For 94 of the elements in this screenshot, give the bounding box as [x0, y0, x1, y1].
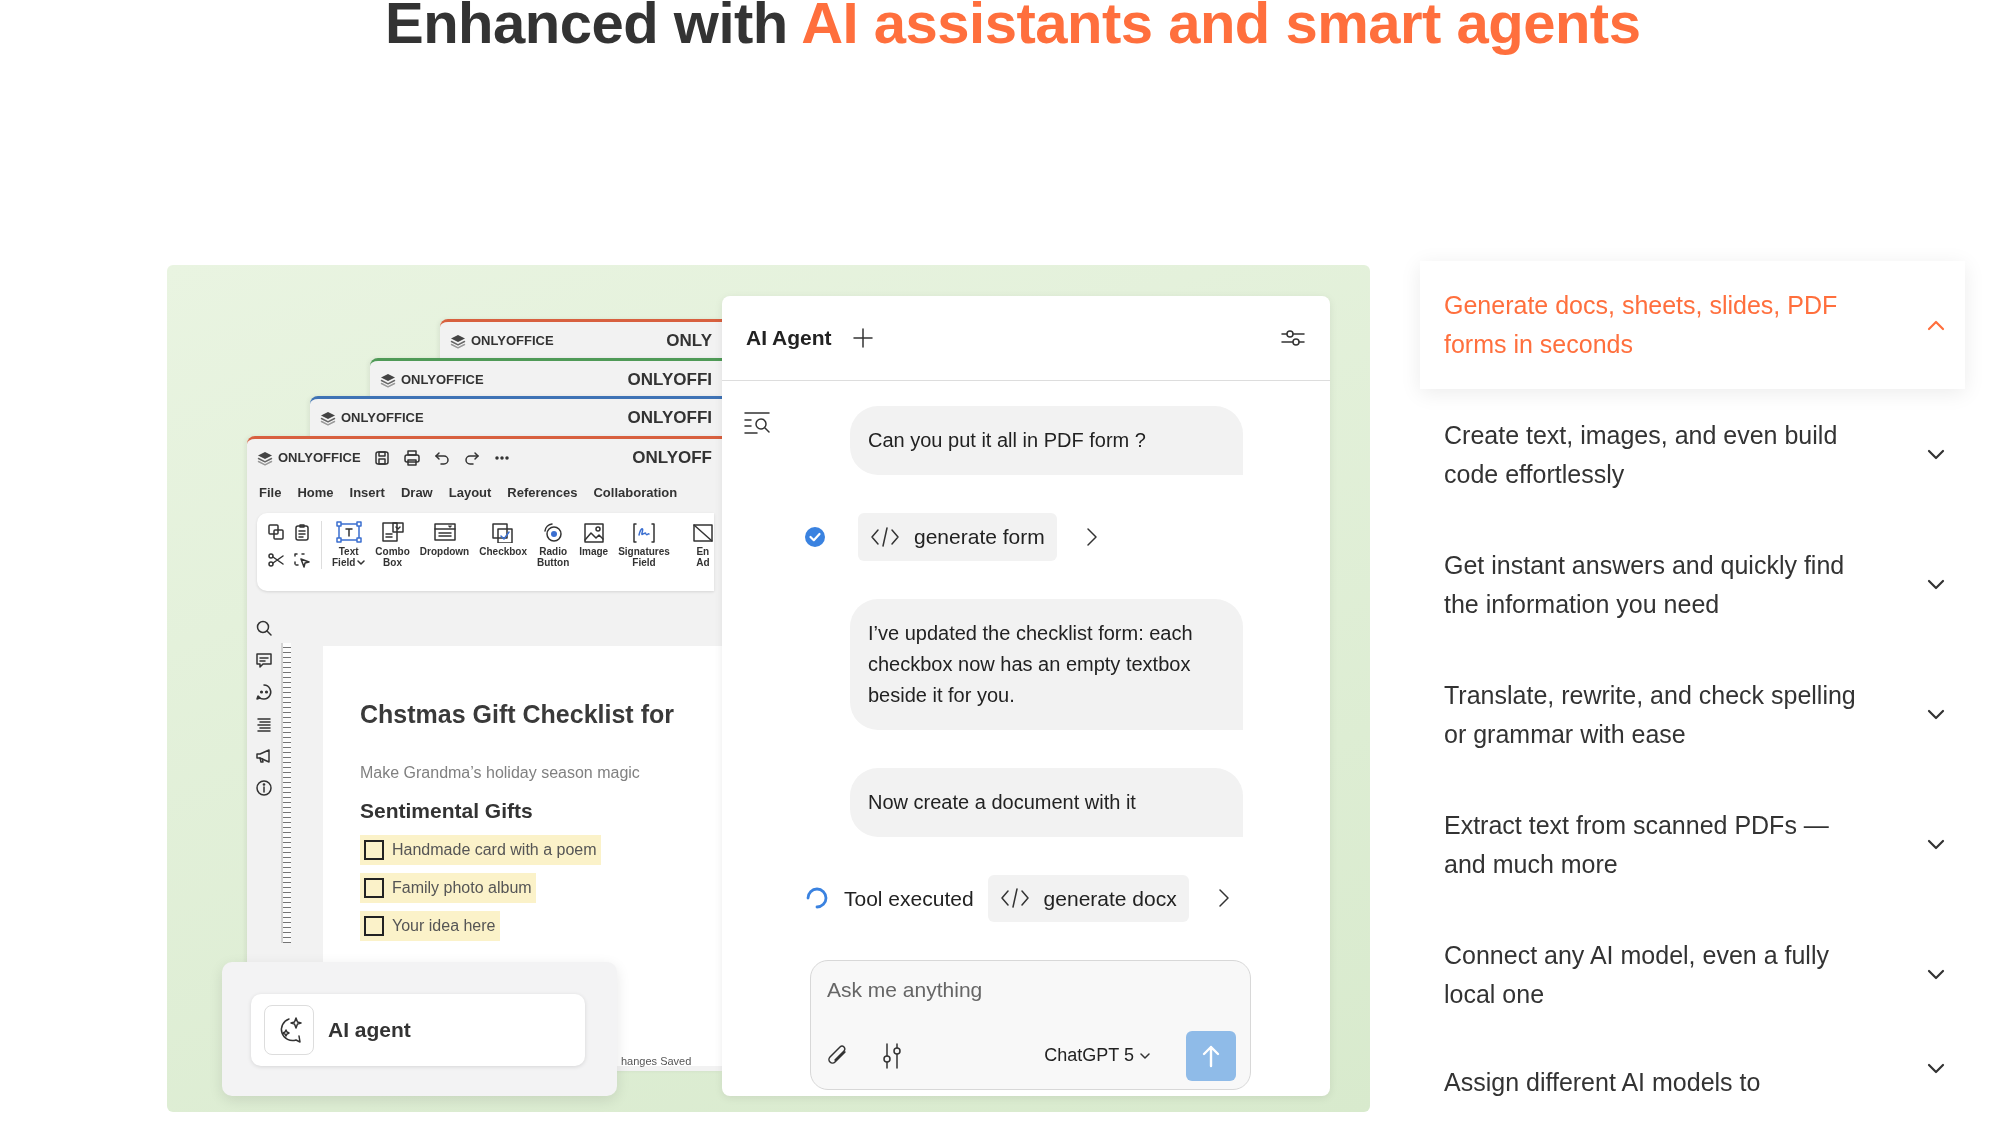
toolbar-button[interactable]: En Ad	[689, 520, 716, 569]
toolbar-button[interactable]: Checkbox	[479, 520, 528, 557]
chat-icon[interactable]	[255, 682, 273, 701]
window-title: ONLYOFF	[632, 447, 712, 470]
app-logo-text: ONLYOFFICE	[278, 449, 361, 468]
chevron-down-icon	[1927, 709, 1945, 721]
document-subtitle: Make Grandma’s holiday season magic	[360, 763, 641, 783]
accordion-text: Generate docs, sheets, slides, PDF forms in seconds	[1444, 290, 1839, 360]
document-title: Chstmas Gift Checklist for	[360, 698, 675, 730]
accordion-text: Create text, images, and even build code effortlessly	[1444, 420, 1839, 490]
tool-chip[interactable]: generate docx	[987, 874, 1189, 922]
app-logo-text: ONLYOFFICE	[341, 409, 424, 428]
accordion-text: Translate, rewrite, and check spelling or grammar with ease	[1444, 680, 1857, 750]
tool-status: Tool executed	[844, 885, 974, 912]
app-logo-text: ONLYOFFICE	[401, 371, 484, 390]
panel-title: AI Agent	[746, 325, 832, 352]
chevron-down-icon	[1927, 969, 1945, 981]
status-text: hanges Saved	[621, 1053, 692, 1069]
select-icon[interactable]	[293, 550, 311, 569]
checkbox[interactable]	[364, 877, 384, 898]
accordion-text: Extract text from scanned PDFs — and much more	[1444, 810, 1830, 880]
search-icon[interactable]	[255, 618, 273, 637]
logo-icon	[257, 450, 273, 466]
window-title: ONLYOFFI	[627, 369, 712, 392]
plus-icon[interactable]	[851, 327, 874, 349]
menu-item[interactable]: References	[507, 483, 578, 503]
checklist-item[interactable]: Your idea here	[360, 910, 500, 941]
combo-box-icon	[379, 520, 406, 543]
arrow-up-icon	[1201, 1043, 1221, 1068]
dropdown-icon	[431, 520, 458, 543]
chat-bubble: Can you put it all in PDF form ?	[850, 406, 1243, 475]
history-search-icon[interactable]	[743, 411, 771, 437]
accordion-text: Assign different AI models to	[1444, 1067, 1762, 1098]
chevron-down-icon	[1927, 1063, 1945, 1075]
menu-item[interactable]: Home	[297, 483, 334, 503]
checklist-item[interactable]: Handmade card with a poem	[360, 834, 601, 865]
accordion-item[interactable]: Assign different AI models to	[1420, 1041, 1965, 1122]
text-field-icon	[335, 520, 362, 543]
menu-item[interactable]: Draw	[400, 483, 433, 503]
accordion-item[interactable]: Create text, images, and even build code effortlessly	[1420, 391, 1965, 519]
accordion-item[interactable]: Translate, rewrite, and check spelling or grammar with ease	[1420, 651, 1965, 779]
logo-icon	[320, 410, 336, 426]
redo-icon[interactable]	[462, 449, 481, 467]
menu-item[interactable]: File	[259, 483, 282, 503]
code-icon	[870, 524, 900, 549]
toolbar-button[interactable]: Radio Button	[537, 520, 570, 569]
save-icon[interactable]	[372, 449, 391, 467]
window-title: ONLY	[666, 330, 712, 353]
chevron-right-icon[interactable]	[1084, 525, 1099, 548]
chevron-up-icon	[1927, 319, 1945, 331]
message-input[interactable]: Ask me anything ChatGPT 5	[810, 960, 1251, 1090]
megaphone-icon[interactable]	[255, 746, 273, 765]
accordion-item[interactable]: Connect any AI model, even a fully local one	[1420, 911, 1965, 1039]
logo-icon	[450, 333, 466, 349]
chevron-down-icon	[1927, 579, 1945, 591]
checkbox[interactable]	[364, 915, 384, 936]
accordion-item[interactable]: Extract text from scanned PDFs — and much more	[1420, 781, 1965, 909]
settings-icon[interactable]	[1280, 327, 1306, 349]
window-title: ONLYOFFI	[627, 407, 712, 430]
chevron-down-icon	[1927, 449, 1945, 461]
toolbar-button[interactable]: Dropdown	[419, 520, 470, 557]
toolbar-button[interactable]: Combo Box	[375, 520, 410, 569]
paste-icon[interactable]	[293, 522, 311, 541]
checklist-item[interactable]: Family photo album	[360, 872, 536, 903]
chat-bubble: I’ve updated the checklist form: each checkbox now has an empty textbox beside it for you.	[850, 598, 1243, 730]
info-icon[interactable]	[255, 778, 273, 797]
toolbar-button[interactable]: Text Field	[332, 520, 366, 569]
print-icon[interactable]	[402, 449, 421, 467]
ai-agent-button[interactable]: AI agent	[251, 994, 585, 1066]
menu-item[interactable]: Collaboration	[593, 483, 678, 503]
accordion-text: Connect any AI model, even a fully local one	[1444, 940, 1830, 1010]
undo-icon[interactable]	[432, 449, 451, 467]
code-icon	[999, 886, 1030, 911]
chevron-right-icon[interactable]	[1216, 887, 1231, 910]
accordion-text: Get instant answers and quickly find the information you need	[1444, 550, 1846, 620]
toolbar-button[interactable]: Signatures Field	[618, 520, 670, 569]
tool-chip[interactable]: generate form	[858, 513, 1057, 561]
caret-icon	[1140, 1051, 1150, 1060]
comment-icon[interactable]	[255, 650, 273, 669]
sliders-icon[interactable]	[881, 1041, 903, 1070]
chevron-down-icon	[1927, 839, 1945, 851]
toolbar-button[interactable]: Image	[579, 520, 609, 557]
scissors-icon[interactable]	[267, 550, 285, 569]
model-selector[interactable]: ChatGPT 5	[1038, 1041, 1156, 1070]
signature-field-icon	[631, 520, 657, 543]
accordion-item[interactable]: Get instant answers and quickly find the information you need	[1420, 521, 1965, 649]
logo-icon	[380, 372, 396, 388]
checkbox[interactable]	[364, 839, 384, 860]
app-logo-text: ONLYOFFICE	[471, 332, 554, 351]
menu-item[interactable]: Layout	[448, 483, 492, 503]
menu-item[interactable]: Insert	[349, 483, 385, 503]
copy-icon[interactable]	[267, 522, 285, 541]
section-heading: Sentimental Gifts	[360, 798, 534, 824]
chat-bubble: Now create a document with it	[850, 767, 1243, 837]
